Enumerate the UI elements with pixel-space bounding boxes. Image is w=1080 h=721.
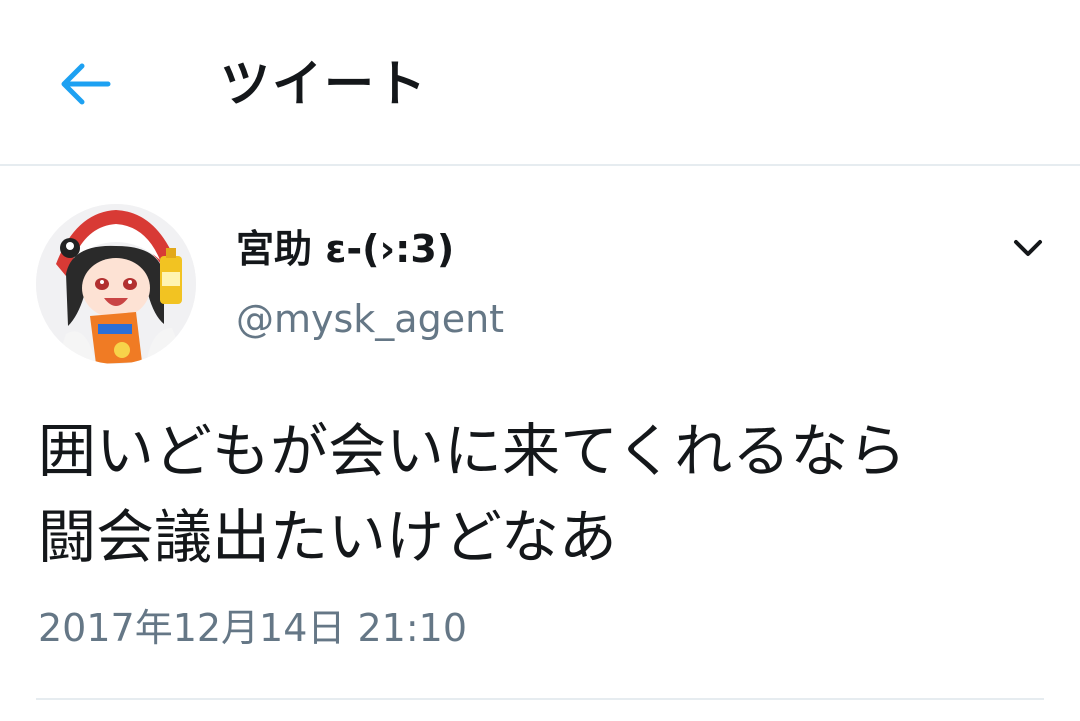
tweet-menu-button[interactable] xyxy=(1004,224,1052,272)
author-display-name[interactable]: 宮助 ε-(›:3) xyxy=(236,222,454,276)
arrow-left-icon xyxy=(61,63,111,105)
chevron-down-icon xyxy=(1014,240,1042,256)
author-handle[interactable]: @mysk_agent xyxy=(236,292,504,346)
tweet-text: 囲いどもが会いに来てくれるなら 闘会議出たいけどなあ xyxy=(38,417,907,571)
divider xyxy=(36,698,1044,700)
tweet-timestamp[interactable]: 2017年12月14日 21:10 xyxy=(38,600,467,656)
page-title: ツイート xyxy=(220,55,428,113)
tweet-detail-screen: ツイート 宮助 ε-(›:3) @mysk_agent 囲いどもが会いに来てくれ… xyxy=(0,0,1080,721)
top-app-bar: ツイート xyxy=(0,0,1080,166)
back-button[interactable] xyxy=(46,46,122,122)
anime-character-avatar-icon xyxy=(36,204,196,364)
avatar[interactable] xyxy=(36,204,196,364)
